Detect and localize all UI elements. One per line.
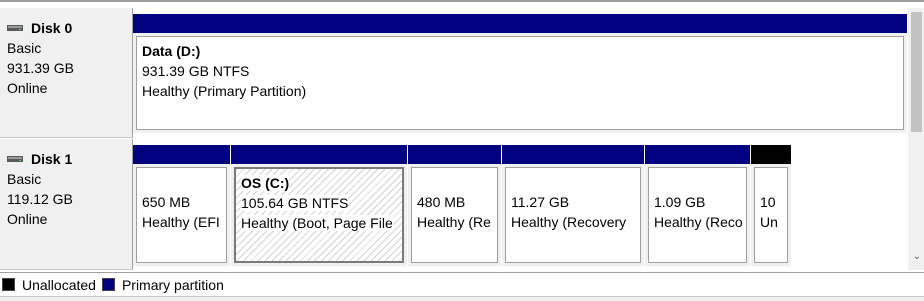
- disk-0-title: Disk 0: [7, 18, 132, 38]
- partition-size: 1.09 GB: [654, 194, 706, 210]
- legend-swatch: [101, 278, 115, 291]
- partition-status: Healthy (Reco: [654, 214, 743, 230]
- partition-efi[interactable]: 650 MB Healthy (EFI: [133, 145, 230, 266]
- disk-drive-icon: [7, 155, 23, 163]
- disk-0-type: Basic: [7, 40, 42, 56]
- partition-recovery-1[interactable]: 480 MB Healthy (Re: [408, 145, 501, 266]
- partition-status: Healthy (Re: [417, 214, 491, 230]
- partition-size: 650 MB: [142, 194, 191, 210]
- partition-size: 10: [760, 194, 776, 210]
- legend-item-unallocated: Unallocated: [2, 277, 96, 293]
- partition-bar: [231, 145, 407, 164]
- partition-name: Data (D:): [142, 43, 201, 59]
- partition-size: 105.64 GB NTFS: [241, 195, 349, 211]
- legend-swatch: [2, 278, 15, 291]
- disk-drive-icon: [7, 24, 23, 32]
- partition-status: Healthy (Primary Partition): [142, 83, 307, 99]
- disk-1-size: 119.12 GB: [7, 191, 73, 207]
- disk-0-label[interactable]: Disk 0 Basic 931.39 GB Online: [0, 8, 133, 138]
- partition-bar: [751, 145, 791, 164]
- partition-status: Un: [760, 214, 778, 230]
- partition-os-c[interactable]: OS (C:) 105.64 GB NTFS Healthy (Boot, Pa…: [231, 145, 407, 266]
- disk-1-type: Basic: [7, 171, 42, 187]
- chevron-down-icon[interactable]: ⌄: [910, 250, 924, 264]
- partition-bar: [502, 145, 644, 164]
- disk-1-name: Disk 1: [31, 151, 73, 167]
- partition-box[interactable]: 1.09 GB Healthy (Reco: [648, 167, 747, 263]
- partition-box[interactable]: Data (D:) 931.39 GB NTFS Healthy (Primar…: [136, 36, 904, 130]
- partition-size: 931.39 GB NTFS: [142, 63, 250, 79]
- partition-unallocated[interactable]: 10 Un: [751, 145, 791, 266]
- partition-status: Healthy (EFI: [142, 214, 220, 230]
- partition-box[interactable]: 480 MB Healthy (Re: [411, 167, 498, 263]
- partition-bar: [645, 145, 750, 164]
- disk-1-status: Online: [7, 211, 48, 227]
- bottom-border: [0, 296, 924, 301]
- partition-size: 480 MB: [417, 194, 466, 210]
- legend-item-primary: Primary partition: [101, 276, 224, 293]
- top-border: [0, 0, 924, 2]
- partition-bar: [133, 145, 230, 164]
- scrollbar-thumb[interactable]: [911, 12, 922, 132]
- partition-name: OS (C:): [241, 175, 290, 191]
- partition-box[interactable]: 10 Un: [754, 167, 788, 263]
- partition-data-d[interactable]: Data (D:) 931.39 GB NTFS Healthy (Primar…: [133, 14, 907, 133]
- partition-box[interactable]: 650 MB Healthy (EFI: [136, 167, 227, 263]
- legend-label: Unallocated: [22, 276, 96, 293]
- legend-label: Primary partition: [121, 276, 224, 293]
- partition-status: Healthy (Boot, Page File: [241, 215, 393, 231]
- disk-1-title: Disk 1: [7, 149, 132, 169]
- partition-bar: [133, 14, 907, 33]
- partition-recovery-2[interactable]: 11.27 GB Healthy (Recovery: [502, 145, 644, 266]
- disk-0-size: 931.39 GB: [7, 60, 74, 76]
- disk-0-status: Online: [7, 80, 48, 96]
- partition-box[interactable]: 11.27 GB Healthy (Recovery: [505, 167, 641, 263]
- partition-recovery-3[interactable]: 1.09 GB Healthy (Reco: [645, 145, 750, 266]
- disk-1-label[interactable]: Disk 1 Basic 119.12 GB Online: [0, 139, 133, 270]
- partition-bar: [408, 145, 501, 164]
- partition-box-selected[interactable]: OS (C:) 105.64 GB NTFS Healthy (Boot, Pa…: [234, 167, 404, 263]
- legend-bar: Unallocated Primary partition: [0, 272, 924, 296]
- disk-0-name: Disk 0: [31, 20, 73, 36]
- partition-status: Healthy (Recovery: [511, 214, 627, 230]
- partition-size: 11.27 GB: [511, 194, 570, 210]
